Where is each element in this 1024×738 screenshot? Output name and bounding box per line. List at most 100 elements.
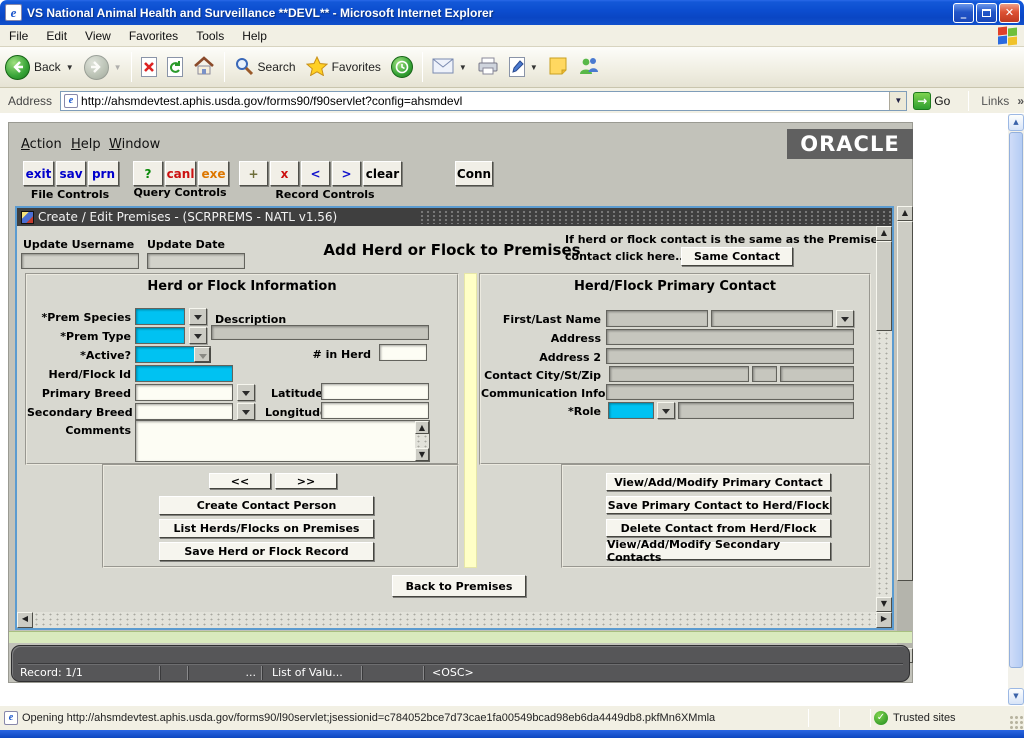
edit-button[interactable]: ▼ <box>504 49 543 85</box>
stop-button[interactable] <box>136 49 162 85</box>
toolbar-separator <box>131 52 132 82</box>
address-dropdown-icon[interactable]: ▼ <box>889 92 906 110</box>
print-button[interactable] <box>472 49 504 85</box>
applet-scroll-up-icon[interactable]: ▲ <box>897 206 913 221</box>
links-label[interactable]: Links <box>981 94 1009 108</box>
save-primary-contact-button[interactable]: Save Primary Contact to Herd/Flock <box>606 496 831 514</box>
next-record-button[interactable]: >> <box>275 473 337 489</box>
go-button[interactable]: → Go <box>913 92 950 110</box>
links-chevron-icon[interactable]: » <box>1017 94 1024 108</box>
prem-type-field[interactable] <box>135 327 185 344</box>
mail-button[interactable]: ▼ <box>427 49 472 85</box>
form-scroll-left-icon[interactable]: ◀ <box>17 612 33 628</box>
favorites-button[interactable]: Favorites <box>301 49 386 85</box>
mail-dropdown-icon[interactable]: ▼ <box>459 63 467 72</box>
update-date-field <box>147 253 245 269</box>
exit-button[interactable]: exit <box>23 161 54 186</box>
menu-help[interactable]: Help <box>233 26 276 46</box>
print-applet-button[interactable]: prn <box>88 161 119 186</box>
record-clear-button[interactable]: clear <box>363 161 402 186</box>
longitude-field[interactable] <box>321 402 429 419</box>
forward-button[interactable]: ▼ <box>79 49 127 85</box>
discuss-button[interactable] <box>543 49 573 85</box>
page-title: Add Herd or Flock to Premises <box>302 241 602 259</box>
page-scroll-down-icon[interactable]: ▼ <box>1008 688 1024 705</box>
prem-type-dropdown-icon[interactable] <box>189 327 207 344</box>
applet-menu-action[interactable]: Action <box>21 137 62 152</box>
back-dropdown-icon[interactable]: ▼ <box>66 63 74 72</box>
previous-record-button[interactable]: << <box>209 473 271 489</box>
address-input[interactable]: e http://ahsmdevtest.aphis.usda.gov/form… <box>60 91 907 111</box>
form-window-titlebar[interactable]: Create / Edit Premises - (SCRPREMS - NAT… <box>17 208 892 226</box>
resize-grip[interactable] <box>1009 715 1023 729</box>
view-primary-contact-button[interactable]: View/Add/Modify Primary Contact <box>606 473 831 491</box>
name-dropdown-icon[interactable] <box>836 310 854 327</box>
create-contact-person-button[interactable]: Create Contact Person <box>159 496 374 515</box>
form-hscroll-track[interactable] <box>33 612 876 628</box>
forward-dropdown-icon[interactable]: ▼ <box>114 63 122 72</box>
restore-button[interactable] <box>976 3 997 23</box>
menu-file[interactable]: File <box>0 26 37 46</box>
comments-scroll-up-icon[interactable]: ▲ <box>415 421 429 434</box>
record-add-button[interactable]: + <box>239 161 268 186</box>
view-secondary-contacts-button[interactable]: View/Add/Modify Secondary Contacts <box>606 542 831 560</box>
form-horizontal-scrollbar[interactable]: ◀ ▶ <box>17 612 892 628</box>
save-herd-record-button[interactable]: Save Herd or Flock Record <box>159 542 374 561</box>
query-help-button[interactable]: ? <box>133 161 163 186</box>
page-scrollbar[interactable]: ▲ ▼ <box>1008 114 1024 705</box>
oracle-forms-applet: Action Help Window ORACLE exit sav prn F… <box>8 122 913 683</box>
minimize-button[interactable]: _ <box>953 3 974 23</box>
record-delete-button[interactable]: x <box>270 161 299 186</box>
record-next-button[interactable]: > <box>332 161 361 186</box>
menu-edit[interactable]: Edit <box>37 26 76 46</box>
refresh-button[interactable] <box>162 49 188 85</box>
save-button[interactable]: sav <box>56 161 86 186</box>
same-contact-button[interactable]: Same Contact <box>681 247 793 266</box>
comments-scroll-track[interactable] <box>415 434 429 448</box>
menu-favorites[interactable]: Favorites <box>120 26 187 46</box>
secondary-breed-dropdown-icon[interactable] <box>237 403 255 420</box>
page-scroll-up-icon[interactable]: ▲ <box>1008 114 1024 131</box>
form-scroll-down-icon[interactable]: ▼ <box>876 597 892 612</box>
latitude-field[interactable] <box>321 383 429 400</box>
page-scroll-thumb[interactable] <box>1009 132 1023 668</box>
form-scroll-up-icon[interactable]: ▲ <box>876 226 892 241</box>
list-herds-flocks-button[interactable]: List Herds/Flocks on Premises <box>159 519 374 538</box>
herd-flock-id-field[interactable] <box>135 365 233 382</box>
applet-menu-window[interactable]: Window <box>109 137 160 152</box>
comments-scroll-down-icon[interactable]: ▼ <box>415 448 429 461</box>
home-button[interactable] <box>188 49 220 85</box>
form-scroll-thumb[interactable] <box>876 241 892 331</box>
messenger-button[interactable] <box>573 49 605 85</box>
role-field[interactable] <box>608 402 654 419</box>
comments-field[interactable]: ▲ ▼ <box>135 420 430 462</box>
restore-icon <box>982 9 991 17</box>
applet-menu-help[interactable]: Help <box>71 137 101 152</box>
prem-species-field[interactable] <box>135 308 185 325</box>
record-previous-button[interactable]: < <box>301 161 330 186</box>
back-button[interactable]: Back ▼ <box>0 49 79 85</box>
menu-view[interactable]: View <box>76 26 120 46</box>
applet-scroll-thumb[interactable] <box>897 221 913 581</box>
close-button[interactable]: ✕ <box>999 3 1020 23</box>
delete-contact-button[interactable]: Delete Contact from Herd/Flock <box>606 519 831 537</box>
back-to-premises-button[interactable]: Back to Premises <box>392 575 526 597</box>
form-vertical-scrollbar[interactable]: ▲ ▼ <box>876 226 892 612</box>
conn-button[interactable]: Conn <box>455 161 493 186</box>
edit-dropdown-icon[interactable]: ▼ <box>530 63 538 72</box>
secondary-breed-field[interactable] <box>135 403 233 420</box>
primary-breed-field[interactable] <box>135 384 233 401</box>
form-scroll-right-icon[interactable]: ▶ <box>876 612 892 628</box>
applet-vertical-scrollbar[interactable]: ▲ ▼ <box>897 206 913 663</box>
search-button[interactable]: Search <box>229 49 301 85</box>
query-execute-button[interactable]: exe <box>198 161 229 186</box>
primary-breed-dropdown-icon[interactable] <box>237 384 255 401</box>
role-dropdown-icon[interactable] <box>657 402 675 419</box>
menu-tools[interactable]: Tools <box>187 26 233 46</box>
in-herd-field[interactable] <box>379 344 427 361</box>
form-scroll-track[interactable] <box>876 331 892 597</box>
history-button[interactable] <box>386 49 418 85</box>
query-cancel-button[interactable]: canl <box>165 161 196 186</box>
active-dropdown-icon[interactable] <box>194 347 210 362</box>
prem-species-dropdown-icon[interactable] <box>189 308 207 325</box>
